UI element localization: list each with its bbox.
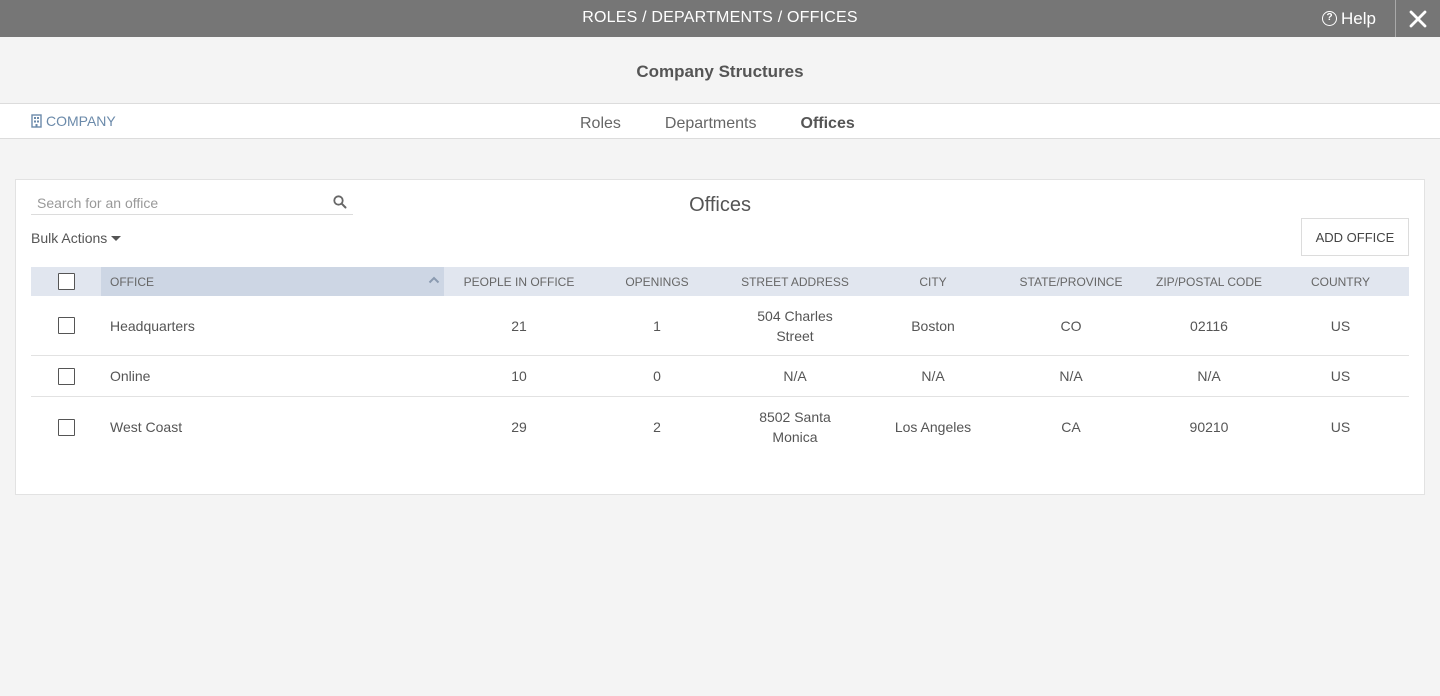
cell-street: 8502 Santa Monica xyxy=(759,409,831,445)
company-link[interactable]: COMPANY xyxy=(31,113,116,129)
cell-openings: 0 xyxy=(653,368,661,384)
column-header-street[interactable]: STREET ADDRESS xyxy=(720,275,870,289)
help-label: Help xyxy=(1341,9,1376,28)
offices-card: Offices Bulk Actions ADD OFFICE OFFICE P… xyxy=(15,179,1425,495)
column-header-zip[interactable]: ZIP/POSTAL CODE xyxy=(1146,275,1272,289)
column-header-city[interactable]: CITY xyxy=(870,275,996,289)
page-header: Company Structures xyxy=(0,37,1440,104)
row-checkbox[interactable] xyxy=(57,367,75,385)
tab-roles[interactable]: Roles xyxy=(580,104,621,139)
row-checkbox-cell xyxy=(31,356,101,396)
cell-state: CA xyxy=(1061,419,1081,435)
section-title: Offices xyxy=(689,194,751,216)
column-header-office[interactable]: OFFICE xyxy=(101,267,444,296)
close-button[interactable] xyxy=(1396,0,1440,37)
add-office-button[interactable]: ADD OFFICE xyxy=(1301,218,1409,256)
tab-bar: Roles Departments Offices xyxy=(580,104,899,139)
cell-openings: 1 xyxy=(653,317,661,334)
row-checkbox[interactable] xyxy=(57,317,75,334)
select-all-cell xyxy=(31,267,101,296)
page-title: Company Structures xyxy=(636,62,804,81)
cell-city: Los Angeles xyxy=(894,419,972,435)
offices-table: OFFICE PEOPLE IN OFFICE OPENINGS STREET … xyxy=(31,267,1409,457)
row-checkbox-cell xyxy=(31,296,101,355)
column-header-state[interactable]: STATE/PROVINCE xyxy=(996,275,1146,289)
cell-state: CO xyxy=(1060,317,1082,334)
cell-city: Boston xyxy=(911,317,955,334)
column-label-office: OFFICE xyxy=(110,274,154,289)
cell-people: 21 xyxy=(511,317,527,334)
cell-openings: 2 xyxy=(653,419,661,435)
cell-country: US xyxy=(1330,368,1351,384)
building-icon xyxy=(31,114,42,128)
question-circle-icon: ? xyxy=(1322,11,1338,26)
company-label: COMPANY xyxy=(46,113,116,129)
bulk-actions-dropdown[interactable]: Bulk Actions xyxy=(31,230,122,246)
caret-down-icon xyxy=(111,235,122,241)
cell-people: 29 xyxy=(511,419,527,435)
row-checkbox[interactable] xyxy=(57,418,75,436)
column-header-people[interactable]: PEOPLE IN OFFICE xyxy=(444,275,594,289)
top-bar: ROLES / DEPARTMENTS / OFFICES ? Help xyxy=(0,0,1440,37)
cell-street: 504 Charles Street xyxy=(757,307,833,344)
nav-bar: COMPANY Roles Departments Offices xyxy=(0,104,1440,139)
table-row[interactable]: Headquarters 21 1 504 Charles Street Bos… xyxy=(31,296,1409,356)
tab-offices[interactable]: Offices xyxy=(801,104,855,139)
cell-city: N/A xyxy=(921,368,945,384)
table-header: OFFICE PEOPLE IN OFFICE OPENINGS STREET … xyxy=(31,267,1409,296)
bulk-actions-label: Bulk Actions xyxy=(31,230,108,246)
sort-ascending-icon xyxy=(428,276,440,284)
cell-zip: 90210 xyxy=(1189,419,1229,435)
cell-street: N/A xyxy=(783,368,807,384)
window-title: ROLES / DEPARTMENTS / OFFICES xyxy=(582,9,858,26)
cell-country: US xyxy=(1330,419,1351,435)
cell-office: West Coast xyxy=(110,419,183,435)
close-icon xyxy=(1409,10,1427,27)
tab-departments[interactable]: Departments xyxy=(665,104,757,139)
cell-zip: 02116 xyxy=(1190,317,1228,334)
cell-office: Online xyxy=(110,368,151,384)
help-button[interactable]: ? Help xyxy=(1322,0,1376,37)
column-header-openings[interactable]: OPENINGS xyxy=(594,275,720,289)
cell-people: 10 xyxy=(511,368,527,384)
cell-zip: N/A xyxy=(1197,368,1221,384)
column-header-country[interactable]: COUNTRY xyxy=(1272,275,1409,289)
cell-country: US xyxy=(1330,317,1351,334)
table-row[interactable]: West Coast 29 2 8502 Santa Monica Los An… xyxy=(31,397,1409,457)
table-row[interactable]: Online 10 0 N/A N/A N/A N/A US xyxy=(31,356,1409,397)
row-checkbox-cell xyxy=(31,397,101,457)
select-all-checkbox[interactable] xyxy=(57,273,75,290)
cell-state: N/A xyxy=(1059,368,1083,384)
cell-office: Headquarters xyxy=(110,317,195,334)
